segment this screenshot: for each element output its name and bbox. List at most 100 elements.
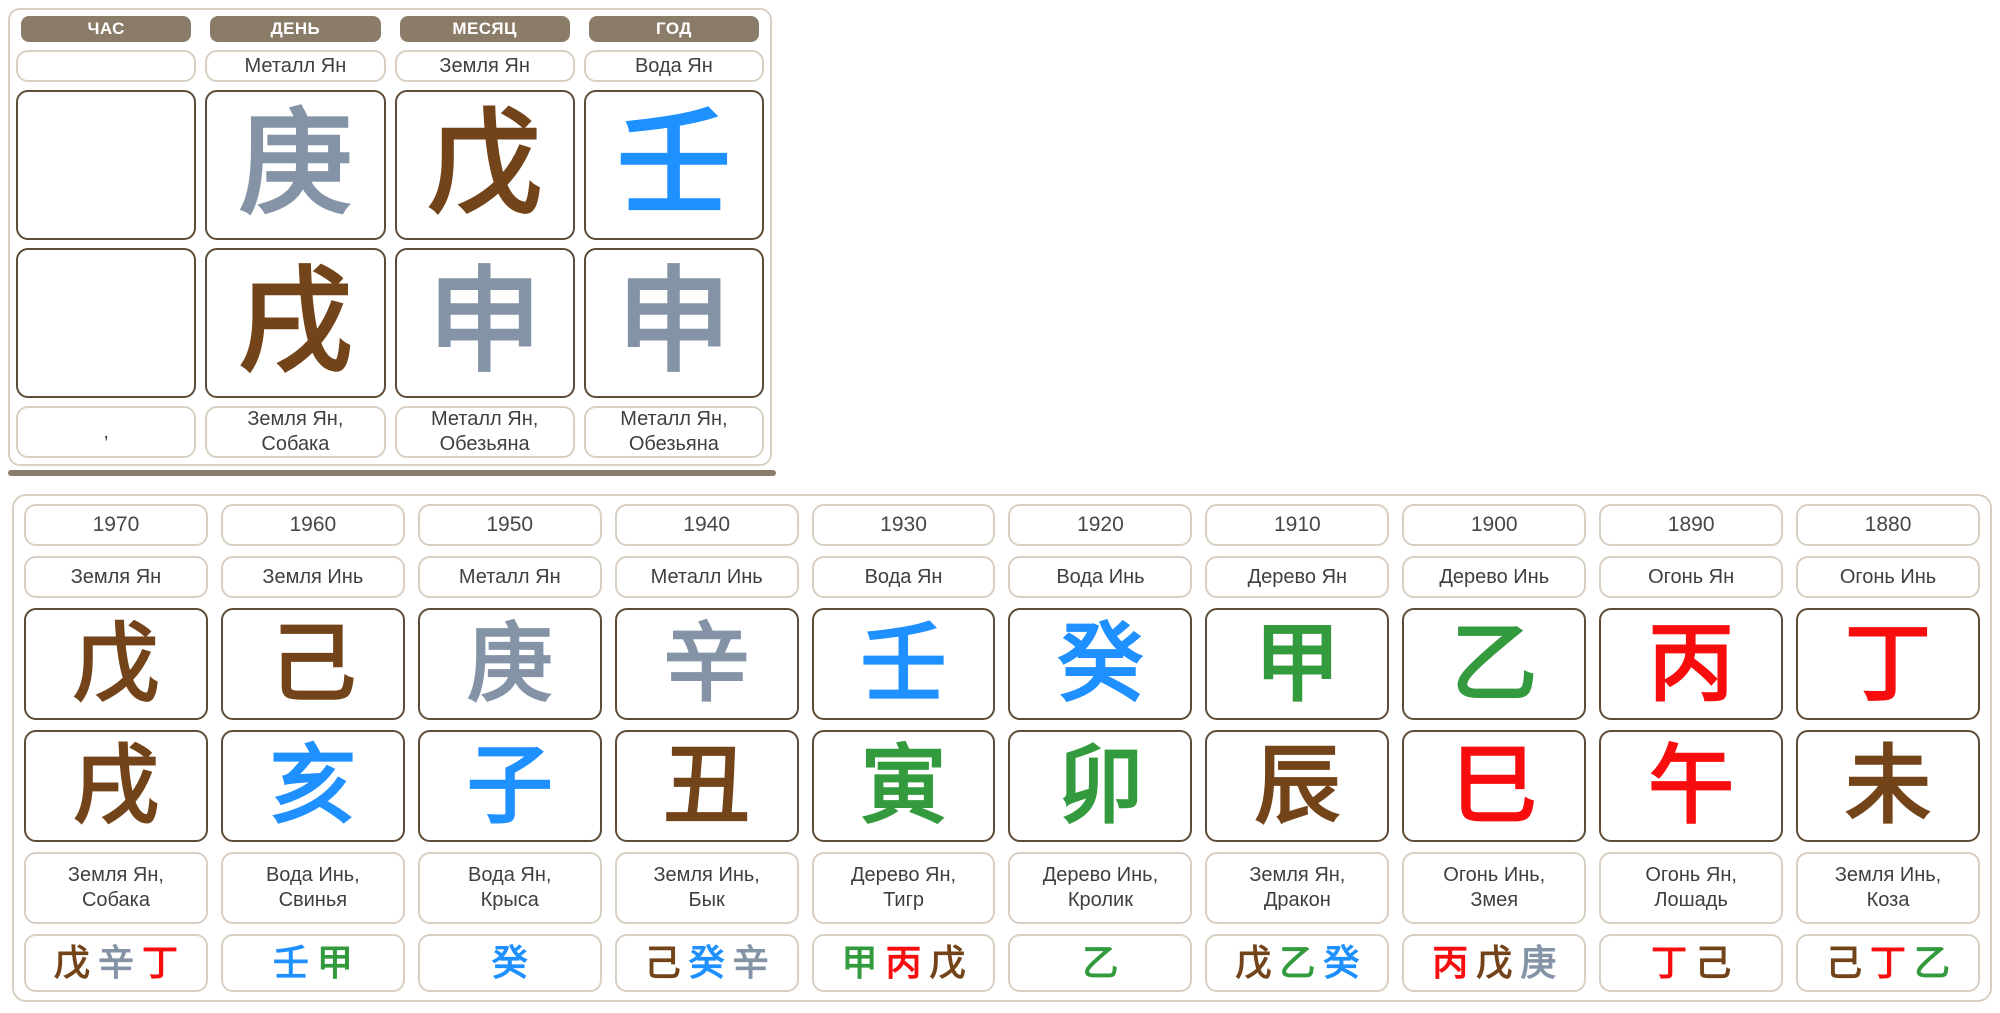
- luck-animal-line1: Дерево Ян,: [851, 863, 956, 888]
- natal-header-hour: ЧАС: [21, 16, 191, 42]
- luck-year-box: 1880: [1796, 504, 1980, 546]
- luck-stem-box: 戊: [24, 608, 208, 720]
- luck-hidden-stems-box: 乙: [1008, 934, 1192, 992]
- natal-animal-line2: Обезьяна: [440, 432, 530, 457]
- luck-year-label: 1930: [880, 513, 927, 537]
- natal-animal-line2: Собака: [261, 432, 329, 457]
- luck-stem-char: 癸: [1057, 621, 1143, 707]
- luck-animal-line1: Земля Инь,: [653, 863, 759, 888]
- luck-hidden-stems-box: 己 丁 乙: [1796, 934, 1980, 992]
- natal-element-label: Вода Ян: [635, 55, 713, 78]
- natal-header-label: ЧАС: [87, 19, 124, 39]
- natal-element-box: [16, 50, 196, 82]
- luck-animal-line2: Коза: [1867, 888, 1910, 913]
- luck-branch-box: 寅: [812, 730, 996, 842]
- hidden-stem-char: 壬: [273, 945, 309, 981]
- luck-year-box: 1890: [1599, 504, 1783, 546]
- luck-stem-box: 乙: [1402, 608, 1586, 720]
- natal-animal-box: Металл Ян,Обезьяна: [584, 406, 764, 458]
- natal-pillar-month: МЕСЯЦ Земля Ян 戊 申 Металл Ян,Обезьяна: [395, 16, 575, 458]
- hidden-stem-char: 丙: [886, 945, 922, 981]
- natal-pillar-year: ГОД Вода Ян 壬 申 Металл Ян,Обезьяна: [584, 16, 764, 458]
- luck-branch-box: 辰: [1205, 730, 1389, 842]
- luck-branch-box: 子: [418, 730, 602, 842]
- natal-branch-char: 申: [428, 266, 542, 380]
- luck-animal-line1: Земля Ян,: [1249, 863, 1345, 888]
- luck-branch-char: 亥: [270, 743, 356, 829]
- luck-element-label: Вода Ян: [865, 566, 943, 589]
- natal-animal-line1: Металл Ян,: [431, 407, 538, 432]
- luck-year-label: 1920: [1077, 513, 1124, 537]
- natal-animal-line1: ,: [103, 420, 109, 445]
- luck-year-label: 1960: [289, 513, 336, 537]
- natal-stem-box: 壬: [584, 90, 764, 240]
- hidden-stem-char: 戊: [930, 945, 966, 981]
- luck-stem-char: 己: [270, 621, 356, 707]
- luck-element-label: Дерево Ян: [1248, 566, 1347, 589]
- luck-animal-box: Огонь Ян,Лошадь: [1599, 852, 1783, 924]
- luck-pillar-1880: 1880 Огонь Инь 丁 未 Земля Инь,Коза 己 丁 乙: [1796, 504, 1980, 992]
- luck-animal-box: Вода Инь,Свинья: [221, 852, 405, 924]
- luck-animal-line1: Огонь Инь,: [1443, 863, 1545, 888]
- natal-stem-box: [16, 90, 196, 240]
- luck-branch-char: 巳: [1451, 743, 1537, 829]
- luck-element-label: Огонь Инь: [1840, 566, 1936, 589]
- luck-animal-line2: Свинья: [279, 888, 348, 913]
- hidden-stem-char: 乙: [1914, 945, 1950, 981]
- hidden-stem-char: 甲: [842, 945, 878, 981]
- luck-animal-line1: Вода Ян,: [468, 863, 551, 888]
- luck-animal-box: Дерево Инь,Кролик: [1008, 852, 1192, 924]
- luck-year-box: 1970: [24, 504, 208, 546]
- luck-year-label: 1910: [1274, 513, 1321, 537]
- natal-header-label: ДЕНЬ: [271, 19, 321, 39]
- luck-hidden-stems-box: 丙 戊 庚: [1402, 934, 1586, 992]
- luck-element-label: Металл Инь: [651, 566, 763, 589]
- luck-animal-line2: Бык: [689, 888, 725, 913]
- luck-year-box: 1900: [1402, 504, 1586, 546]
- luck-hidden-stems-box: 甲 丙 戊: [812, 934, 996, 992]
- natal-element-box: Земля Ян: [395, 50, 575, 82]
- luck-pillar-1890: 1890 Огонь Ян 丙 午 Огонь Ян,Лошадь 丁 己: [1599, 504, 1783, 992]
- natal-branch-box: 申: [584, 248, 764, 398]
- hidden-stem-char: 己: [645, 945, 681, 981]
- natal-stem-char: 庚: [238, 108, 352, 222]
- luck-pillars-panel: 1970 Земля Ян 戊 戌 Земля Ян,Собака 戊 辛 丁 …: [12, 494, 1992, 1002]
- luck-animal-line2: Змея: [1470, 888, 1518, 913]
- natal-header-day: ДЕНЬ: [210, 16, 380, 42]
- luck-animal-box: Земля Инь,Бык: [615, 852, 799, 924]
- hidden-stem-char: 甲: [317, 945, 353, 981]
- natal-header-month: МЕСЯЦ: [400, 16, 570, 42]
- luck-animal-line2: Тигр: [883, 888, 924, 913]
- luck-animal-line1: Дерево Инь,: [1043, 863, 1158, 888]
- luck-element-box: Земля Инь: [221, 556, 405, 598]
- luck-stem-box: 辛: [615, 608, 799, 720]
- luck-stem-box: 庚: [418, 608, 602, 720]
- natal-pillar-hour: ЧАС ,: [16, 16, 196, 458]
- luck-pillar-1930: 1930 Вода Ян 壬 寅 Дерево Ян,Тигр 甲 丙 戊: [812, 504, 996, 992]
- luck-stem-char: 辛: [664, 621, 750, 707]
- luck-element-box: Вода Инь: [1008, 556, 1192, 598]
- luck-element-label: Вода Инь: [1056, 566, 1144, 589]
- luck-animal-line1: Земля Инь,: [1835, 863, 1941, 888]
- luck-branch-box: 戌: [24, 730, 208, 842]
- luck-stem-char: 壬: [861, 621, 947, 707]
- natal-header-label: ГОД: [656, 19, 692, 39]
- luck-branch-box: 亥: [221, 730, 405, 842]
- luck-year-box: 1940: [615, 504, 799, 546]
- luck-element-box: Земля Ян: [24, 556, 208, 598]
- natal-stem-box: 庚: [205, 90, 385, 240]
- natal-stem-char: 戊: [428, 108, 542, 222]
- natal-stem-char: 壬: [617, 108, 731, 222]
- natal-element-label: Земля Ян: [439, 55, 530, 78]
- hidden-stem-char: 辛: [733, 945, 769, 981]
- luck-element-label: Металл Ян: [459, 566, 561, 589]
- luck-hidden-stems-box: 戊 乙 癸: [1205, 934, 1389, 992]
- luck-year-label: 1900: [1471, 513, 1518, 537]
- luck-pillar-1900: 1900 Дерево Инь 乙 巳 Огонь Инь,Змея 丙 戊 庚: [1402, 504, 1586, 992]
- luck-pillar-1960: 1960 Земля Инь 己 亥 Вода Инь,Свинья 壬 甲: [221, 504, 405, 992]
- hidden-stem-char: 庚: [1520, 945, 1556, 981]
- luck-year-label: 1970: [93, 513, 140, 537]
- luck-stem-char: 庚: [467, 621, 553, 707]
- hidden-stem-char: 丁: [142, 945, 178, 981]
- luck-element-box: Дерево Ян: [1205, 556, 1389, 598]
